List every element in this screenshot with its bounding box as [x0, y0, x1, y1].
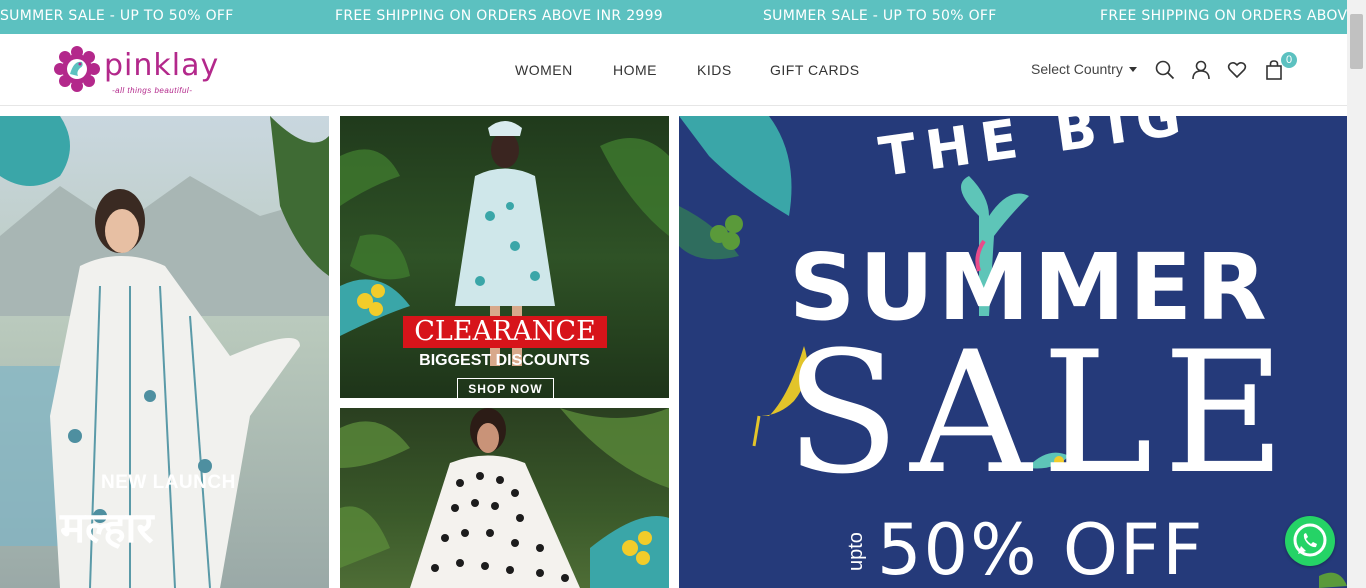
- sale-line-3: SALE: [785, 315, 1296, 511]
- announcement-bar: SUMMER SALE - UP TO 50% OFF FREE SHIPPIN…: [0, 0, 1347, 34]
- site-header: pinklay -all things beautiful- WOMEN HOM…: [0, 34, 1347, 106]
- polka-dress-banner[interactable]: [340, 408, 669, 588]
- cart-count-badge: 0: [1281, 52, 1297, 68]
- clearance-title: CLEARANCE: [403, 316, 607, 348]
- whatsapp-icon: [1293, 523, 1327, 557]
- caret-down-icon: [1128, 67, 1137, 73]
- bag-icon[interactable]: [1265, 60, 1283, 80]
- clearance-banner[interactable]: CLEARANCE BIGGEST DISCOUNTS SHOP NOW: [340, 116, 669, 398]
- shop-now-button[interactable]: SHOP NOW: [457, 378, 554, 398]
- new-launch-banner[interactable]: NEW LAUNCH मल्हार: [0, 116, 329, 588]
- banner-illustration: [0, 116, 329, 588]
- brand-name: pinklay: [104, 48, 220, 83]
- summer-sale-banner[interactable]: THE BIG SUMMER SALE upto 50% OFF: [679, 116, 1347, 588]
- country-selector[interactable]: Select Country: [1031, 61, 1137, 77]
- brand-tagline: -all things beautiful-: [112, 86, 193, 95]
- heart-icon[interactable]: [1227, 60, 1247, 80]
- user-icon[interactable]: [1191, 60, 1211, 80]
- brand-logo[interactable]: pinklay -all things beautiful-: [54, 46, 234, 95]
- sale-discount: 50% OFF: [877, 509, 1205, 588]
- nav-item-gift-cards[interactable]: GIFT CARDS: [770, 62, 860, 78]
- nav-item-women[interactable]: WOMEN: [515, 62, 573, 78]
- announcement-message: SUMMER SALE - UP TO 50% OFF: [763, 8, 997, 24]
- announcement-message: FREE SHIPPING ON ORDERS ABOVE: [1100, 8, 1347, 24]
- search-icon[interactable]: [1155, 60, 1175, 80]
- nav-item-home[interactable]: HOME: [613, 62, 657, 78]
- new-launch-label: NEW LAUNCH: [101, 472, 236, 493]
- peacock-logo-icon: [54, 46, 100, 92]
- page-scrollbar[interactable]: [1347, 0, 1366, 588]
- sale-upto-label: upto: [845, 532, 867, 571]
- announcement-message: FREE SHIPPING ON ORDERS ABOVE INR 2999: [335, 8, 664, 24]
- clearance-subtitle: BIGGEST DISCOUNTS: [419, 352, 590, 369]
- scrollbar-thumb[interactable]: [1350, 14, 1363, 69]
- nav-item-kids[interactable]: KIDS: [697, 62, 732, 78]
- announcement-message: SUMMER SALE - UP TO 50% OFF: [0, 8, 234, 24]
- banner-illustration: [340, 408, 669, 588]
- country-selector-label: Select Country: [1031, 61, 1123, 77]
- whatsapp-chat-button[interactable]: [1285, 516, 1335, 566]
- new-launch-title: मल्हार: [60, 503, 154, 552]
